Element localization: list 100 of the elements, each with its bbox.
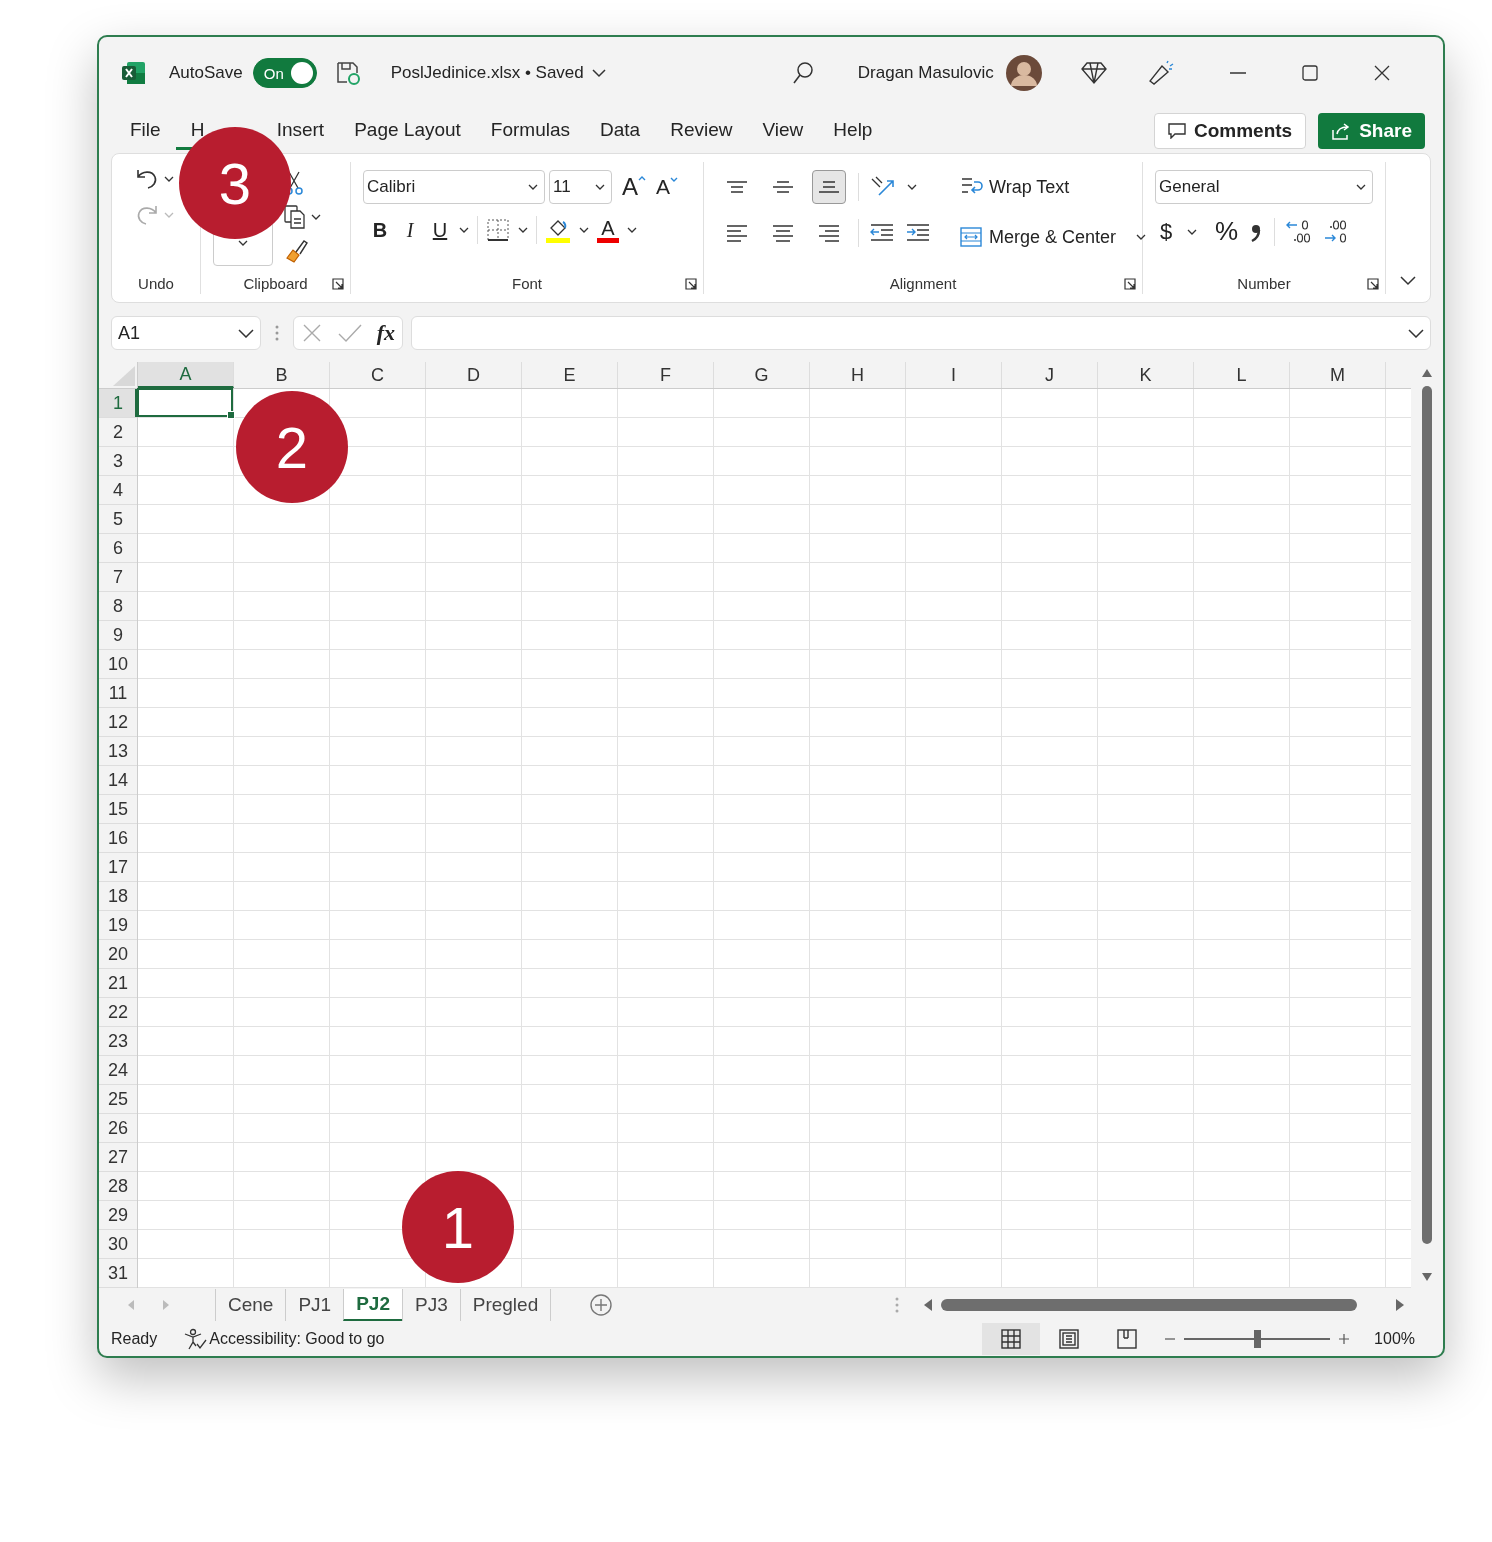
row-header[interactable]: 27: [99, 1143, 137, 1172]
row-header[interactable]: 18: [99, 882, 137, 911]
bottom-align-button[interactable]: [812, 170, 846, 204]
accessibility-button[interactable]: Accessibility: Good to go: [183, 1328, 385, 1350]
row-header[interactable]: 10: [99, 650, 137, 679]
font-style-button[interactable]: I: [399, 218, 421, 242]
increase-indent-icon[interactable]: [905, 222, 931, 244]
column-header[interactable]: D: [426, 362, 522, 388]
formula-input[interactable]: [411, 316, 1431, 350]
maximize-icon[interactable]: [1300, 64, 1319, 82]
row-header[interactable]: 24: [99, 1056, 137, 1085]
chevron-down-icon[interactable]: [311, 213, 321, 221]
row-header[interactable]: 28: [99, 1172, 137, 1201]
drag-handle-icon[interactable]: [275, 324, 279, 342]
column-header[interactable]: M: [1290, 362, 1386, 388]
column-header[interactable]: L: [1194, 362, 1290, 388]
ribbon-tab[interactable]: Page Layout: [339, 112, 476, 150]
row-header[interactable]: 12: [99, 708, 137, 737]
increase-font-button[interactable]: A: [622, 173, 646, 201]
comments-button[interactable]: Comments: [1154, 113, 1307, 149]
row-header[interactable]: 4: [99, 476, 137, 505]
chevron-down-icon[interactable]: [459, 226, 469, 234]
column-header[interactable]: E: [522, 362, 618, 388]
close-icon[interactable]: [1372, 64, 1391, 82]
row-header[interactable]: 9: [99, 621, 137, 650]
merge-center-button[interactable]: Merge & Center: [959, 220, 1117, 254]
dialog-launcher-icon[interactable]: [1124, 278, 1136, 290]
name-box[interactable]: A1: [111, 316, 261, 350]
scroll-down-icon[interactable]: [1421, 1272, 1433, 1282]
number-format-dropdown[interactable]: General: [1155, 170, 1373, 204]
ribbon-tab[interactable]: Help: [818, 112, 888, 150]
autosave-toggle[interactable]: On: [252, 58, 317, 88]
megaphone-icon[interactable]: [1146, 59, 1175, 87]
sheet-tab[interactable]: Cene: [215, 1289, 286, 1321]
cell-grid[interactable]: [138, 389, 1411, 1288]
row-header[interactable]: 19: [99, 911, 137, 940]
row-header[interactable]: 11: [99, 679, 137, 708]
ribbon-tab[interactable]: View: [747, 112, 819, 150]
column-header[interactable]: F: [618, 362, 714, 388]
row-header[interactable]: 5: [99, 505, 137, 534]
row-header[interactable]: 6: [99, 534, 137, 563]
row-header[interactable]: 21: [99, 969, 137, 998]
file-title[interactable]: PoslJedinice.xlsx • Saved: [390, 63, 584, 83]
column-header[interactable]: J: [1002, 362, 1098, 388]
zoom-level-text[interactable]: 100%: [1374, 1330, 1415, 1348]
font-size-dropdown[interactable]: 11: [549, 170, 612, 204]
share-button[interactable]: Share: [1318, 113, 1425, 149]
row-header[interactable]: 20: [99, 940, 137, 969]
row-header[interactable]: 25: [99, 1085, 137, 1114]
sheet-tab[interactable]: Pregled: [459, 1289, 552, 1321]
row-header[interactable]: 16: [99, 824, 137, 853]
row-header[interactable]: 14: [99, 766, 137, 795]
row-header[interactable]: 26: [99, 1114, 137, 1143]
check-icon[interactable]: [336, 322, 363, 344]
scroll-right-icon[interactable]: [1395, 1298, 1405, 1312]
save-sync-icon[interactable]: [334, 60, 361, 86]
horizontal-scrollbar[interactable]: [923, 1298, 1405, 1312]
font-style-button[interactable]: U: [429, 218, 451, 242]
font-name-dropdown[interactable]: Calibri: [363, 170, 545, 204]
search-icon[interactable]: [791, 61, 814, 85]
insert-function-button[interactable]: fx: [376, 320, 396, 346]
row-header[interactable]: 30: [99, 1230, 137, 1259]
scroll-up-icon[interactable]: [1421, 368, 1433, 378]
column-header[interactable]: A: [138, 362, 234, 388]
column-header[interactable]: K: [1098, 362, 1194, 388]
diamond-icon[interactable]: [1080, 61, 1107, 85]
row-header[interactable]: 15: [99, 795, 137, 824]
chevron-down-icon[interactable]: [1187, 227, 1197, 236]
chevron-down-icon[interactable]: [907, 183, 917, 191]
ribbon-tab[interactable]: Data: [585, 112, 656, 150]
dialog-launcher-icon[interactable]: [332, 278, 344, 290]
font-style-button[interactable]: B: [369, 218, 391, 242]
dialog-launcher-icon[interactable]: [1367, 278, 1379, 290]
chevron-down-icon[interactable]: [591, 68, 606, 78]
column-header[interactable]: B: [234, 362, 330, 388]
ribbon-tab[interactable]: Review: [655, 112, 748, 150]
active-cell[interactable]: [137, 388, 233, 417]
column-header[interactable]: G: [714, 362, 810, 388]
chevron-down-icon[interactable]: [627, 226, 637, 234]
chevron-down-icon[interactable]: [164, 175, 174, 183]
row-header[interactable]: 2: [99, 418, 137, 447]
row-header[interactable]: 31: [99, 1259, 137, 1288]
sheet-tab[interactable]: PJ3: [402, 1289, 460, 1321]
wrap-text-button[interactable]: Wrap Text: [959, 170, 1147, 204]
percent-button[interactable]: %: [1215, 216, 1239, 247]
avatar-icon[interactable]: [1005, 55, 1042, 91]
column-header[interactable]: I: [906, 362, 1002, 388]
ribbon-tab[interactable]: Formulas: [475, 112, 586, 150]
normal-view-button[interactable]: [982, 1323, 1041, 1355]
scroll-left-icon[interactable]: [923, 1298, 933, 1312]
sheet-tab[interactable]: PJ2: [343, 1289, 402, 1321]
row-header[interactable]: 29: [99, 1201, 137, 1230]
add-sheet-icon[interactable]: [589, 1293, 614, 1317]
row-header[interactable]: 7: [99, 563, 137, 592]
row-header[interactable]: 13: [99, 737, 137, 766]
decrease-indent-icon[interactable]: [869, 222, 895, 244]
collapse-ribbon-icon[interactable]: [1399, 274, 1417, 286]
chevron-down-icon[interactable]: [518, 226, 528, 234]
currency-button[interactable]: $: [1155, 218, 1177, 245]
borders-icon[interactable]: [486, 218, 510, 242]
